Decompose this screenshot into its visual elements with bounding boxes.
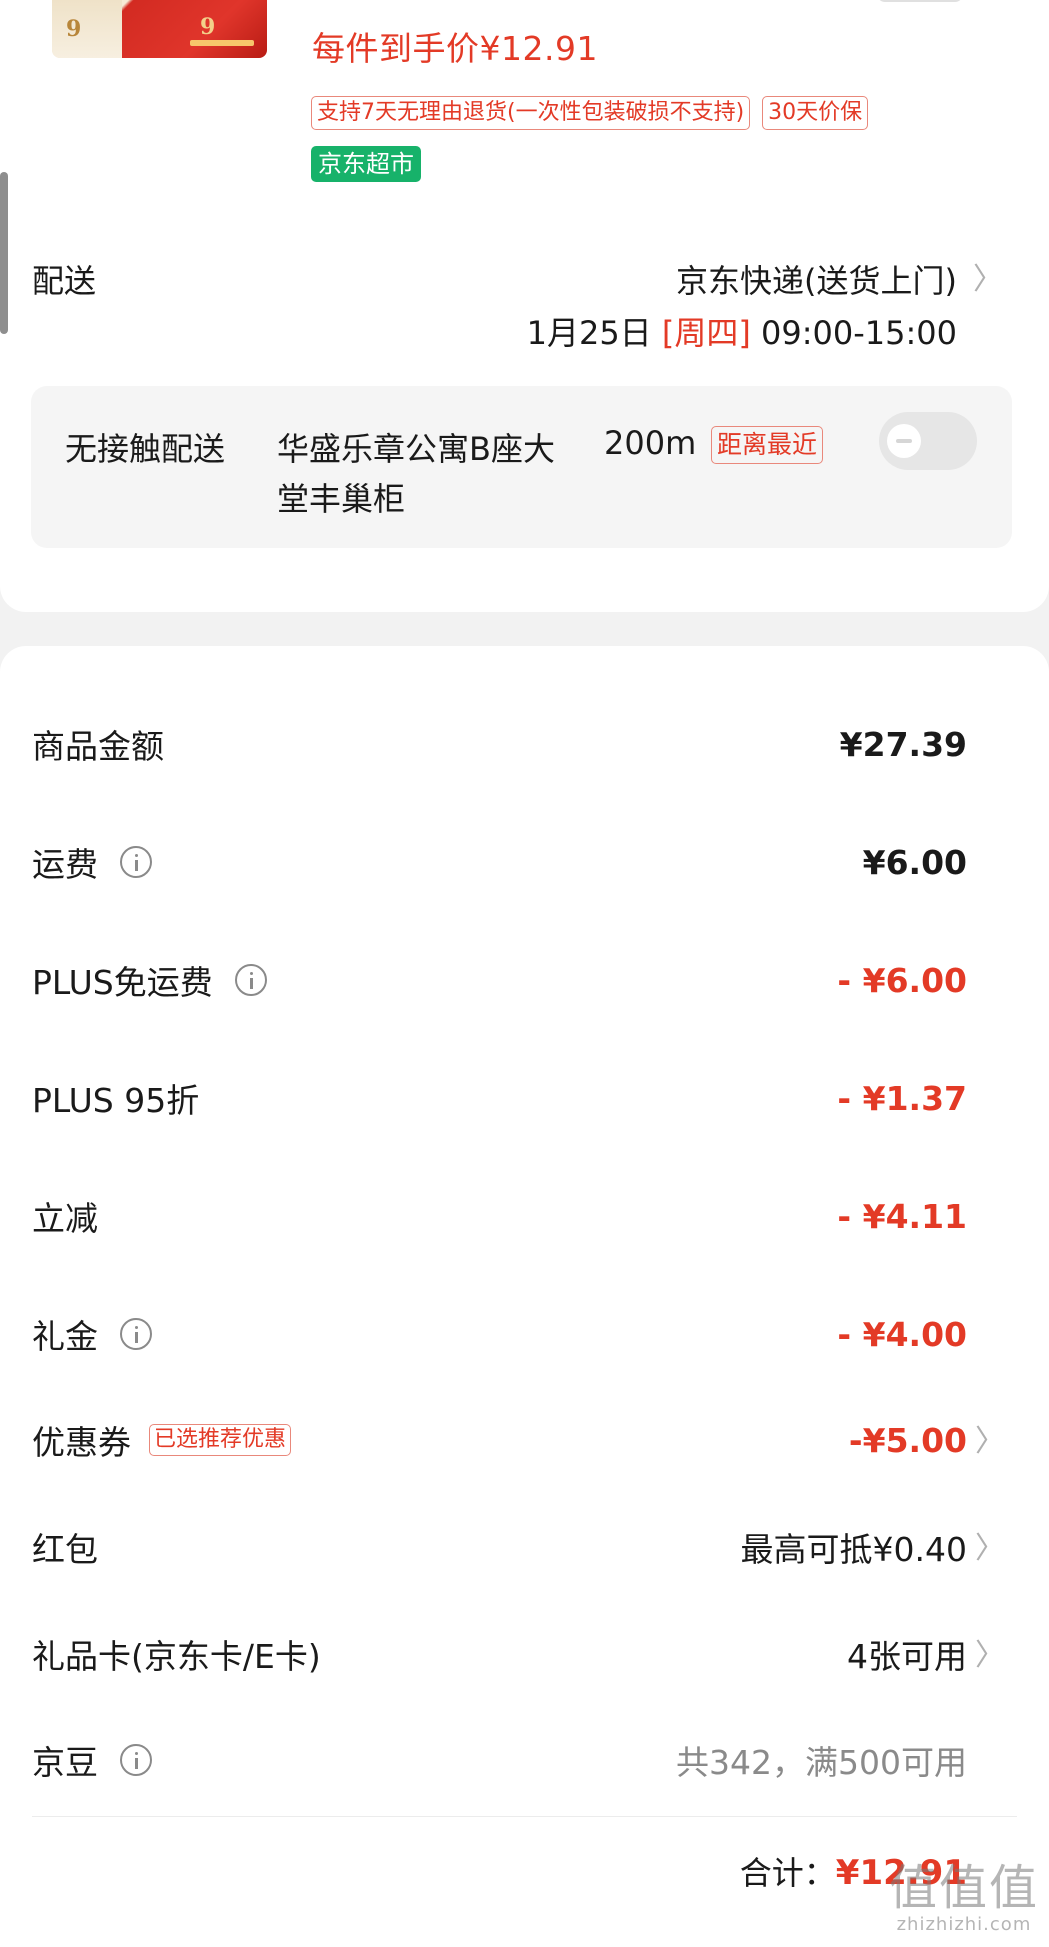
coupon-recommended-tag: 已选推荐优惠: [149, 1424, 292, 1456]
quantity-stepper[interactable]: [877, 0, 963, 2]
delivery-weekday: [周四]: [661, 314, 751, 352]
info-icon[interactable]: [120, 1318, 152, 1350]
chevron-right-icon[interactable]: 〉: [975, 1416, 1005, 1460]
summary-value: - ¥1.37: [837, 1078, 967, 1118]
summary-row-red-packet[interactable]: 红包 最高可抵¥0.40 〉: [0, 1517, 1049, 1577]
summary-row-gift-money: 礼金 - ¥4.00: [0, 1304, 1049, 1364]
contactless-toggle[interactable]: [879, 412, 977, 470]
chevron-right-icon[interactable]: 〉: [975, 1523, 1005, 1567]
summary-label: 京豆: [32, 1743, 98, 1782]
chevron-right-icon[interactable]: 〉: [975, 1630, 1005, 1674]
summary-row-gift-card[interactable]: 礼品卡(京东卡/E卡) 4张可用 〉: [0, 1624, 1049, 1684]
summary-row-plus-discount: PLUS 95折 - ¥1.37: [0, 1068, 1049, 1128]
summary-label: 优惠券: [32, 1423, 131, 1462]
summary-row-coupon[interactable]: 优惠券 已选推荐优惠 -¥5.00 〉: [0, 1410, 1049, 1470]
summary-label: PLUS 95折: [32, 1081, 200, 1120]
summary-row-jd-beans: 京豆 共342，满500可用: [0, 1730, 1049, 1790]
summary-label: 商品金额: [32, 727, 164, 766]
summary-value: ¥6.00: [862, 842, 967, 882]
product-box-left: [52, 0, 122, 58]
delivery-date: 1月25日: [526, 314, 652, 352]
return-policy-tag: 支持7天无理由退货(一次性包装破损不支持): [311, 96, 751, 130]
product-logo-right: 9: [200, 14, 216, 40]
contactless-delivery-panel: 无接触配送 华盛乐章公寓B座大堂丰巢柜 200m 距离最近: [31, 386, 1012, 548]
summary-value: 最高可抵¥0.40: [740, 1530, 967, 1569]
scrollbar[interactable]: [0, 172, 8, 334]
total-label: 合计：: [739, 1854, 836, 1892]
summary-value: 共342，满500可用: [676, 1743, 967, 1782]
summary-row-shipping: 运费 ¥6.00: [0, 832, 1049, 892]
summary-label: 红包: [32, 1530, 98, 1569]
summary-value: - ¥6.00: [837, 960, 967, 1000]
nearest-tag: 距离最近: [711, 426, 824, 464]
price-protection-tag: 30天价保: [762, 96, 869, 130]
delivery-method[interactable]: 京东快递(送货上门): [676, 256, 957, 302]
delivery-slot: 09:00-15:00: [761, 314, 957, 352]
chevron-right-icon[interactable]: 〉: [973, 254, 1003, 298]
store-tag: 京东超市: [311, 146, 421, 182]
toggle-knob: [887, 424, 921, 458]
summary-label: PLUS免运费: [32, 963, 213, 1002]
watermark-url: zhizhizhi.com: [896, 1914, 1032, 1935]
contactless-label: 无接触配送: [65, 430, 226, 468]
delivery-time[interactable]: 1月25日 [周四] 09:00-15:00: [527, 308, 957, 354]
summary-row-instant-discount: 立减 - ¥4.11: [0, 1186, 1049, 1246]
summary-value: 4张可用: [847, 1637, 967, 1676]
summary-value: - ¥4.00: [837, 1314, 967, 1354]
summary-label: 礼金: [32, 1317, 98, 1356]
contactless-place: 华盛乐章公寓B座大堂丰巢柜: [277, 430, 555, 518]
watermark: 值值值 zhizhizhi.com: [889, 1862, 1039, 1935]
product-card: 9 9 每件到手价¥12.91 支持7天无理由退货(一次性包装破损不支持) 30…: [0, 0, 1049, 612]
watermark-logo: 值值值: [888, 1860, 1039, 1916]
product-logo-left: 9: [66, 16, 82, 42]
service-tags: 支持7天无理由退货(一次性包装破损不支持) 30天价保: [311, 96, 869, 130]
delivery-label: 配送: [32, 262, 97, 300]
summary-label: 运费: [32, 845, 98, 884]
product-strip: [190, 40, 254, 46]
summary-row-goods-amount: 商品金额 ¥27.39: [0, 714, 1049, 774]
contactless-distance: 200m: [604, 424, 697, 462]
summary-value: -¥5.00: [848, 1420, 967, 1460]
summary-label: 立减: [32, 1199, 98, 1238]
summary-label: 礼品卡(京东卡/E卡): [32, 1637, 321, 1676]
summary-value: - ¥4.11: [837, 1196, 967, 1236]
info-icon[interactable]: [234, 964, 267, 996]
unit-price: 每件到手价¥12.91: [312, 29, 598, 68]
divider: [32, 1816, 1017, 1817]
summary-value: ¥27.39: [839, 724, 967, 764]
info-icon[interactable]: [120, 1744, 152, 1776]
summary-row-plus-free-shipping: PLUS免运费 - ¥6.00: [0, 950, 1049, 1010]
product-image[interactable]: 9 9: [52, 0, 267, 58]
info-icon[interactable]: [120, 846, 152, 878]
